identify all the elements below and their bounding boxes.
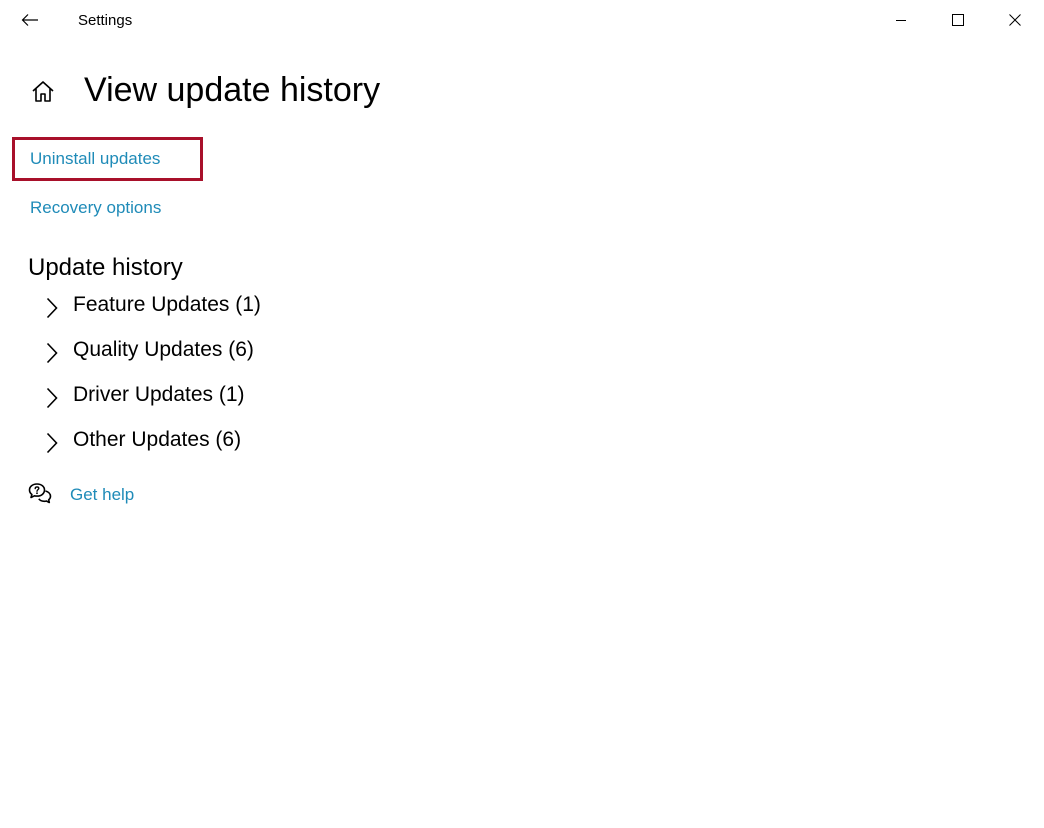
app-title: Settings — [78, 12, 133, 29]
get-help-link[interactable]: Get help — [70, 484, 134, 506]
history-item-feature-updates[interactable]: Feature Updates (1) — [40, 287, 261, 323]
settings-window: Settings View update history Uninstall u… — [0, 0, 1044, 828]
history-item-label: Driver Updates (1) — [73, 383, 245, 406]
history-item-quality-updates[interactable]: Quality Updates (6) — [40, 332, 254, 368]
history-item-label: Feature Updates (1) — [73, 293, 261, 316]
chevron-right-icon — [40, 384, 64, 412]
update-history-heading: Update history — [28, 254, 183, 281]
maximize-button[interactable] — [935, 0, 981, 40]
recovery-options-link[interactable]: Recovery options — [30, 197, 161, 219]
minimize-icon — [896, 20, 906, 21]
history-item-driver-updates[interactable]: Driver Updates (1) — [40, 377, 245, 413]
minimize-button[interactable] — [878, 0, 924, 40]
back-arrow-icon — [21, 14, 38, 26]
history-item-other-updates[interactable]: Other Updates (6) — [40, 422, 241, 458]
uninstall-updates-link[interactable]: Uninstall updates — [30, 148, 160, 170]
close-button[interactable] — [992, 0, 1038, 40]
history-item-label: Quality Updates (6) — [73, 338, 254, 361]
close-icon — [1009, 14, 1021, 26]
chevron-right-icon — [40, 294, 64, 322]
help-chat-icon[interactable] — [28, 482, 52, 504]
chevron-right-icon — [40, 339, 64, 367]
chevron-right-icon — [40, 429, 64, 457]
home-button[interactable] — [28, 76, 58, 106]
home-icon — [32, 81, 54, 102]
maximize-icon — [952, 14, 964, 26]
history-item-label: Other Updates (6) — [73, 428, 242, 451]
page-title: View update history — [84, 71, 381, 109]
title-bar: Settings — [0, 0, 1044, 40]
back-button[interactable] — [12, 4, 48, 36]
